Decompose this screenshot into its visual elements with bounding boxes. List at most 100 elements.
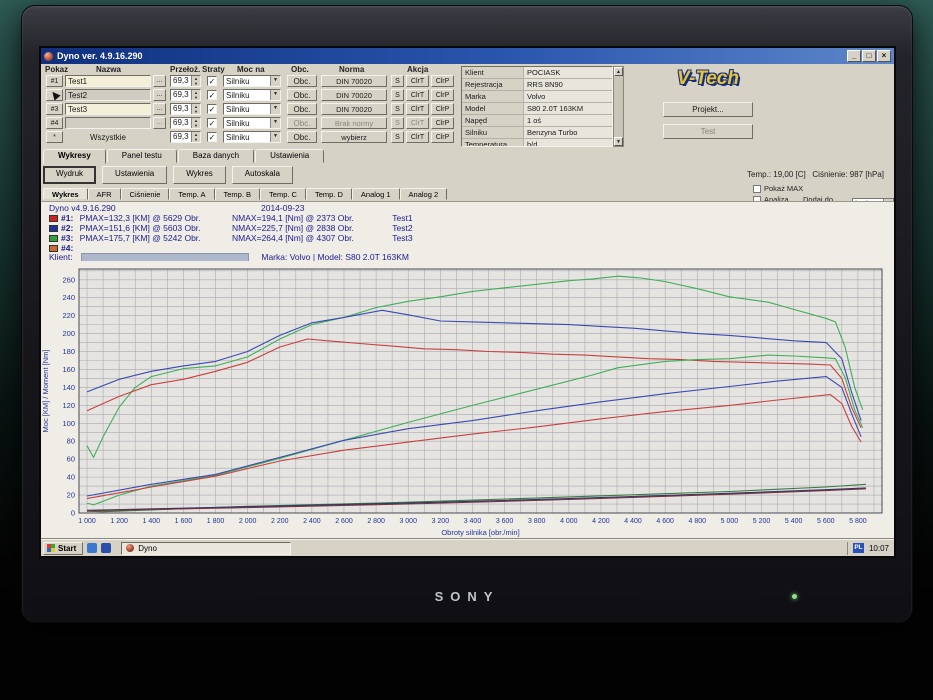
clrt-button-1[interactable]: ClrT bbox=[406, 75, 429, 87]
obc-button-2[interactable]: Obc. bbox=[287, 89, 317, 101]
straty-checkbox-5[interactable]: ✓ bbox=[207, 132, 217, 142]
clrt-button-5[interactable]: ClrT bbox=[406, 131, 429, 143]
norma-button-2[interactable]: DIN 70020 bbox=[321, 89, 387, 101]
autoskala-button[interactable]: Autoskala bbox=[232, 166, 293, 184]
subtab-wykres[interactable]: Wykres bbox=[43, 188, 88, 200]
norma-button-3[interactable]: DIN 70020 bbox=[321, 103, 387, 115]
ratio-spinner-1[interactable]: 69,3▲▼ bbox=[170, 75, 201, 87]
clrp-button-2[interactable]: ClrP bbox=[431, 89, 454, 101]
test-name-input-1[interactable]: Test1 bbox=[65, 75, 151, 87]
client-value[interactable]: Benzyna Turbo bbox=[524, 127, 612, 138]
obc-button-5[interactable]: Obc. bbox=[287, 131, 317, 143]
minimize-button[interactable]: _ bbox=[847, 50, 861, 62]
s-button-2[interactable]: S bbox=[391, 89, 404, 101]
client-value[interactable]: Volvo bbox=[524, 91, 612, 102]
scroll-up-icon[interactable]: ▲ bbox=[614, 67, 623, 76]
clrt-button-4[interactable]: ClrT bbox=[406, 117, 429, 129]
svg-text:5 000: 5 000 bbox=[721, 518, 739, 525]
s-button-1[interactable]: S bbox=[391, 75, 404, 87]
s-button-4[interactable]: S bbox=[391, 117, 404, 129]
subtab-analog-2[interactable]: Analog 2 bbox=[400, 188, 448, 200]
title-bar[interactable]: Dyno ver. 4.9.16.290 _ □ × bbox=[41, 48, 894, 64]
test-row-button-2-active[interactable] bbox=[46, 89, 63, 101]
norma-button-5[interactable]: wybierz bbox=[321, 131, 387, 143]
tab-ustawienia[interactable]: Ustawienia bbox=[255, 149, 324, 163]
clrt-button-2[interactable]: ClrT bbox=[406, 89, 429, 101]
chart-svg[interactable]: 0204060801001201401601802002202402601 00… bbox=[41, 261, 894, 539]
obc-button-1[interactable]: Obc. bbox=[287, 75, 317, 87]
browse-button-3[interactable]: ... bbox=[153, 103, 166, 115]
straty-checkbox-4[interactable]: ✓ bbox=[207, 118, 217, 128]
tab-wykresy[interactable]: Wykresy bbox=[43, 149, 106, 164]
moc-na-dropdown-2[interactable]: Silniku▼ bbox=[223, 89, 281, 101]
quicklaunch-icon-1[interactable] bbox=[87, 543, 97, 553]
test-row-button-4[interactable]: #4 bbox=[46, 117, 63, 129]
test-button[interactable]: Test bbox=[663, 124, 753, 139]
start-button[interactable]: Start bbox=[43, 542, 83, 555]
dyno-chart[interactable]: 0204060801001201401601802002202402601 00… bbox=[41, 261, 894, 539]
test-row-button-all[interactable]: * bbox=[46, 131, 63, 143]
moc-na-dropdown-5[interactable]: Silniku▼ bbox=[223, 131, 281, 143]
subtab-temp-c[interactable]: Temp. C bbox=[260, 188, 306, 200]
svg-text:3 000: 3 000 bbox=[399, 518, 417, 525]
clrp-button-5[interactable]: ClrP bbox=[431, 131, 454, 143]
tab-baza-danych[interactable]: Baza danych bbox=[178, 149, 254, 163]
subtab-temp-d[interactable]: Temp. D bbox=[306, 188, 352, 200]
subtab-analog-1[interactable]: Analog 1 bbox=[352, 188, 400, 200]
language-indicator[interactable]: PL bbox=[853, 543, 864, 553]
ustawienia-button[interactable]: Ustawienia bbox=[102, 166, 167, 184]
quicklaunch-icon-2[interactable] bbox=[101, 543, 111, 553]
projekt-button[interactable]: Projekt... bbox=[663, 102, 753, 117]
obc-button-3[interactable]: Obc. bbox=[287, 103, 317, 115]
browse-button-2[interactable]: ... bbox=[153, 89, 166, 101]
subtab-temp-b[interactable]: Temp. B bbox=[215, 188, 261, 200]
client-value[interactable]: S80 2.0T 163KM bbox=[524, 103, 612, 114]
tab-panel-testu[interactable]: Panel testu bbox=[107, 149, 177, 163]
ratio-spinner-5[interactable]: 69,3▲▼ bbox=[170, 131, 201, 143]
scroll-down-icon[interactable]: ▼ bbox=[614, 137, 623, 146]
ratio-spinner-2[interactable]: 69,3▲▼ bbox=[170, 89, 201, 101]
s-button-3[interactable]: S bbox=[391, 103, 404, 115]
wydruk-button[interactable]: Wydruk bbox=[43, 166, 96, 184]
pokaz-max-checkbox[interactable] bbox=[753, 185, 761, 193]
straty-checkbox-2[interactable]: ✓ bbox=[207, 90, 217, 100]
ratio-spinner-4[interactable]: 69,3▲▼ bbox=[170, 117, 201, 129]
wykres-button[interactable]: Wykres bbox=[173, 166, 226, 184]
client-value[interactable]: 1 oś bbox=[524, 115, 612, 126]
browse-button-4[interactable]: ... bbox=[153, 117, 166, 129]
client-scrollbar[interactable]: ▲ ▼ bbox=[613, 66, 624, 147]
client-value[interactable]: RRS 8N90 bbox=[524, 79, 612, 90]
clrp-button-1[interactable]: ClrP bbox=[431, 75, 454, 87]
test-row-button-1[interactable]: #1 bbox=[46, 75, 63, 87]
close-button[interactable]: × bbox=[877, 50, 891, 62]
taskbar-item-dyno[interactable]: Dyno bbox=[121, 542, 291, 555]
obc-button-4[interactable]: Obc. bbox=[287, 117, 317, 129]
test-row-button-3[interactable]: #3 bbox=[46, 103, 63, 115]
test-name-input-2[interactable]: Test2 bbox=[65, 89, 151, 101]
browse-button-1[interactable]: ... bbox=[153, 75, 166, 87]
pmax-test1: PMAX=132,3 [KM] @ 5629 Obr. bbox=[80, 213, 230, 223]
subtab-cisnienie[interactable]: Ciśnienie bbox=[121, 188, 170, 200]
moc-na-dropdown-4[interactable]: Silniku▼ bbox=[223, 117, 281, 129]
nmax-test1: NMAX=194,1 [Nm] @ 2373 Obr. bbox=[232, 213, 390, 223]
pressure-value: Ciśnienie: 987 [hPa] bbox=[812, 170, 884, 179]
maximize-button[interactable]: □ bbox=[862, 50, 876, 62]
test-name-input-3[interactable]: Test3 bbox=[65, 103, 151, 115]
clrp-button-3[interactable]: ClrP bbox=[431, 103, 454, 115]
test-name-input-4[interactable] bbox=[65, 117, 151, 129]
norma-button-4[interactable]: Brak normy bbox=[321, 117, 387, 129]
ratio-spinner-3[interactable]: 69,3▲▼ bbox=[170, 103, 201, 115]
subtab-afr[interactable]: AFR bbox=[88, 188, 121, 200]
s-button-5[interactable]: S bbox=[391, 131, 404, 143]
clock[interactable]: 10:07 bbox=[869, 544, 889, 553]
subtab-temp-a[interactable]: Temp. A bbox=[169, 188, 214, 200]
client-value[interactable]: b/d bbox=[524, 139, 612, 147]
straty-checkbox-1[interactable]: ✓ bbox=[207, 76, 217, 86]
client-value[interactable]: POCIASK bbox=[524, 67, 612, 78]
moc-na-dropdown-1[interactable]: Silniku▼ bbox=[223, 75, 281, 87]
clrp-button-4[interactable]: ClrP bbox=[431, 117, 454, 129]
clrt-button-3[interactable]: ClrT bbox=[406, 103, 429, 115]
norma-button-1[interactable]: DIN 70020 bbox=[321, 75, 387, 87]
moc-na-dropdown-3[interactable]: Silniku▼ bbox=[223, 103, 281, 115]
straty-checkbox-3[interactable]: ✓ bbox=[207, 104, 217, 114]
